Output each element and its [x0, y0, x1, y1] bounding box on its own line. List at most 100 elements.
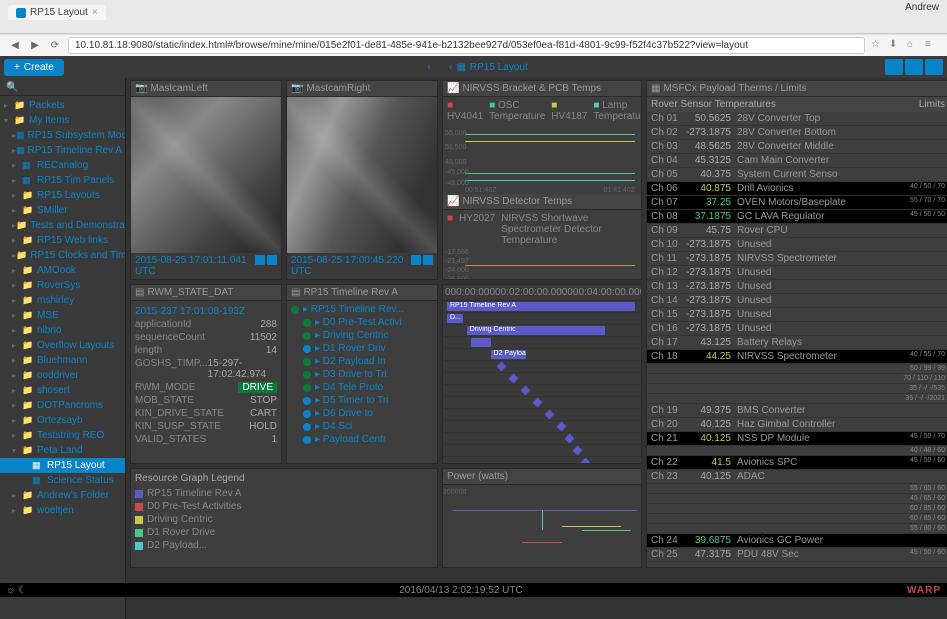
sensor-row[interactable]: Ch 0837.1875GC LAVA Regulator45 / 50 / 5… [647, 210, 947, 224]
sensor-row[interactable]: Ch 16-273.1875Unused [647, 322, 947, 336]
edit-button[interactable] [885, 59, 903, 75]
sidebar-item[interactable]: ▾📁Peta Land [0, 443, 125, 458]
sensor-row[interactable]: 60 / 85 / 60 [647, 504, 947, 514]
sidebar-item[interactable]: ▸▦RP15 Timeline Rev A [0, 143, 125, 158]
url-input[interactable]: 10.10.81.18:9080/static/index.html#/brow… [68, 37, 865, 54]
home-icon[interactable]: ⌂ [907, 39, 921, 53]
sensor-row[interactable]: Ch 13-273.1875Unused [647, 280, 947, 294]
sidebar-item[interactable]: ▸📁ooddriver [0, 368, 125, 383]
camera-image-right[interactable] [287, 97, 437, 253]
sensor-row[interactable]: Ch 2547.3175PDU 48V Sec45 / 50 / 60 [647, 548, 947, 562]
sidebar-item[interactable]: ▸📁RoverSys [0, 278, 125, 293]
power-chart[interactable]: 200000 [443, 485, 641, 567]
sensor-row[interactable]: Ch 1844.25NIRVSS Spectrometer40 / 55 / 7… [647, 350, 947, 364]
timeline-item[interactable]: ▸ D2 Payload In [289, 355, 435, 368]
sidebar-item[interactable]: ▸📁SMiller [0, 203, 125, 218]
collapse-sidebar-icon[interactable]: ‹ [421, 62, 437, 73]
sensor-row[interactable]: Ch 15-273.1875Unused [647, 308, 947, 322]
sensor-row[interactable]: 70 / 110 / 110 [647, 374, 947, 384]
sensor-row[interactable]: Ch 11-273.1875NIRVSS Spectrometer [647, 252, 947, 266]
timeline-item[interactable]: ▸ Payload Centr [289, 433, 435, 446]
sensor-row[interactable]: Ch 2340.125ADAC [647, 470, 947, 484]
sidebar-item[interactable]: ▾📁My Items [0, 113, 125, 128]
sidebar-item[interactable]: ▸▦RECanalog [0, 158, 125, 173]
sensor-row[interactable]: 60 / 99 / 99 [647, 364, 947, 374]
sidebar-item[interactable]: ▸📁RP15 Layouts [0, 188, 125, 203]
sidebar-item[interactable]: ▸📁MSE [0, 308, 125, 323]
sidebar-item[interactable]: ▸📁shosert [0, 383, 125, 398]
sidebar-item[interactable]: ▸📁Packets [0, 98, 125, 113]
sensor-row[interactable]: 55 / 80 / 60 [647, 524, 947, 534]
sidebar-item[interactable]: ▸📁RP15 Clocks and Timers [0, 248, 125, 263]
reload-icon[interactable]: ⟳ [48, 39, 62, 53]
sidebar-item[interactable]: ▦Science Status [0, 473, 125, 488]
timeline-item[interactable]: ▸ D3 Drive to Tri [289, 368, 435, 381]
sensor-row[interactable]: 60 / 85 / 60 [647, 514, 947, 524]
sensor-row[interactable]: Ch 2040.125Haz Gimbal Controller [647, 418, 947, 432]
gantt-chart[interactable]: 000:00:00000:02:00:00.000000:04:00:00.00… [443, 285, 641, 463]
sensor-row[interactable]: Ch 2439.6875Avionics GC Power [647, 534, 947, 548]
sensor-row[interactable]: Ch 0150.562528V Converter Top [647, 112, 947, 126]
fullscreen-button[interactable] [905, 59, 923, 75]
sidebar-item[interactable]: ▸📁Overflow Layouts [0, 338, 125, 353]
timeline-item[interactable]: ▸ D1 Rover Driv [289, 342, 435, 355]
timeline-item[interactable]: ▸ Driving Centric [289, 329, 435, 342]
sensor-row[interactable]: Ch 2241.5Avionics SPC45 / 50 / 60 [647, 456, 947, 470]
sidebar-item[interactable]: ▸📁woeltjen [0, 503, 125, 518]
sensor-row[interactable]: Ch 0945.75Rover CPU [647, 224, 947, 238]
breadcrumb[interactable]: ‹ ▦ RP15 Layout [449, 62, 528, 73]
sidebar-item[interactable]: ▸▦RP15 Subsystem Modes [0, 128, 125, 143]
chart-plot[interactable]: 55,000 51,500 48,000 -49,006 -48,000 00:… [445, 123, 639, 194]
sidebar-item[interactable]: ▸📁RP15 Web links [0, 233, 125, 248]
sidebar-item[interactable]: ▦RP15 Layout [0, 458, 125, 473]
download-icon[interactable]: ⬇ [889, 39, 903, 53]
sensor-row[interactable]: Ch 2140.125NSS DP Module45 / 50 / 70 [647, 432, 947, 446]
sensor-row[interactable]: Ch 0445.3125Cam Main Converter [647, 154, 947, 168]
sensor-row[interactable]: 35 / -/ -/2021 [647, 394, 947, 404]
sidebar-item[interactable]: ▸📁nlbrio [0, 323, 125, 338]
sensor-row[interactable]: Ch 0737.25OVEN Motors/Baseplate55 / 70 /… [647, 196, 947, 210]
sensor-row[interactable]: Ch 1743.125Battery Relays [647, 336, 947, 350]
browser-tab[interactable]: RP15 Layout × [8, 5, 106, 20]
camera-image-left[interactable] [131, 97, 281, 253]
bookmark-icon[interactable]: ☆ [871, 39, 885, 53]
sensor-row[interactable]: Ch 12-273.1875Unused [647, 266, 947, 280]
sidebar-item[interactable]: ▸📁Ortezsayb [0, 413, 125, 428]
timeline-item[interactable]: ▸ D4 Tele Proto [289, 381, 435, 394]
sensor-row[interactable]: 45 / 65 / 60 [647, 494, 947, 504]
sidebar-item[interactable]: ▸📁Teststring REO [0, 428, 125, 443]
sidebar-item[interactable]: ▸📁AMOook [0, 263, 125, 278]
new-window-icon[interactable] [255, 255, 265, 265]
create-button[interactable]: + Create [4, 59, 64, 76]
sidebar-item[interactable]: ▸📁Andrew's Folder [0, 488, 125, 503]
status-icons[interactable]: ☼ ☾ [6, 585, 27, 596]
sidebar-item[interactable]: ▸📁Tests and Demonstrations [0, 218, 125, 233]
sensor-row[interactable]: Ch 1949.375BMS Converter [647, 404, 947, 418]
sensor-row[interactable]: Ch 02-273.187528V Converter Bottom [647, 126, 947, 140]
back-icon[interactable]: ◀ [8, 39, 22, 53]
sidebar-item[interactable]: ▸▦RP15 Tim Panels [0, 173, 125, 188]
close-icon[interactable]: × [92, 7, 98, 18]
browser-menu-user[interactable]: Andrew [905, 2, 939, 13]
sensor-row[interactable]: 35 / -/ -/535 [647, 384, 947, 394]
sidebar-item[interactable]: ▸📁mshirley [0, 293, 125, 308]
forward-icon[interactable]: ▶ [28, 39, 42, 53]
timeline-item[interactable]: ▸ D5 Timer to Tri [289, 394, 435, 407]
sensor-row[interactable]: 40 / 48 / 60 [647, 446, 947, 456]
sensor-row[interactable]: Ch 14-273.1875Unused [647, 294, 947, 308]
settings-icon[interactable] [267, 255, 277, 265]
sensor-row[interactable]: Ch 10-273.1875Unused [647, 238, 947, 252]
chart-plot[interactable]: -17,666 -21,497 -24,000 -26,500 -29,000 … [445, 247, 639, 280]
sensor-row[interactable]: Ch 0540.375System Current Senso [647, 168, 947, 182]
settings-icon[interactable] [423, 255, 433, 265]
sensor-row[interactable]: 55 / 65 / 60 [647, 484, 947, 494]
search-row[interactable]: 🔍 [0, 80, 125, 96]
timeline-item[interactable]: ▸ D6 Drive to [289, 407, 435, 420]
sensor-row[interactable]: Ch 0348.562528V Converter Middle [647, 140, 947, 154]
sensor-row[interactable]: Ch 0640.875Drill Avionics40 / 50 / 70 [647, 182, 947, 196]
sidebar-item[interactable]: ▸📁DOTPancroms [0, 398, 125, 413]
new-window-button[interactable] [925, 59, 943, 75]
sidebar-item[interactable]: ▸📁Bluehmann [0, 353, 125, 368]
new-window-icon[interactable] [411, 255, 421, 265]
menu-icon[interactable]: ≡ [925, 39, 939, 53]
